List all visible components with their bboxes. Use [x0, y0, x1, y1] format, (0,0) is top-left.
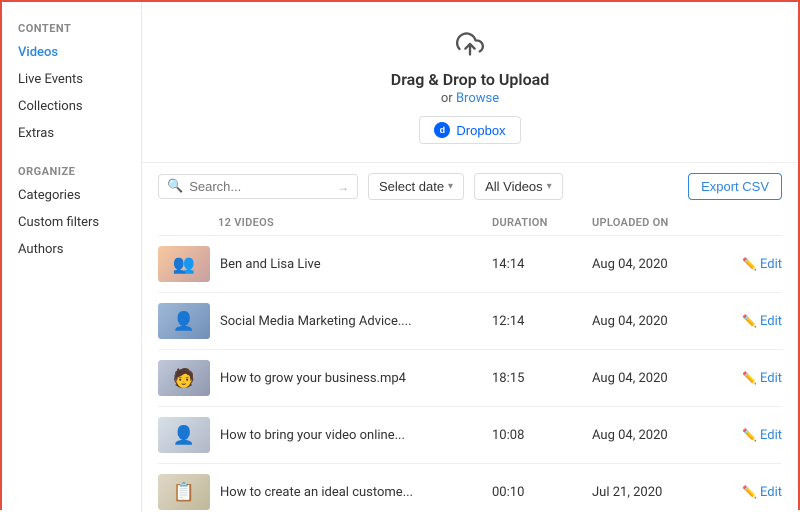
export-csv-button[interactable]: Export CSV [688, 173, 782, 200]
edit-button[interactable]: ✏️ Edit [722, 428, 782, 443]
thumb-icon: 🧑 [173, 368, 195, 389]
video-thumbnail: 👤 [158, 417, 210, 453]
browse-link[interactable]: Browse [456, 91, 499, 106]
table-col-title-header: 12 VIDEOS [158, 216, 492, 229]
sidebar-item-live-events[interactable]: Live Events [2, 66, 141, 93]
video-uploaded: Aug 04, 2020 [592, 314, 722, 329]
sidebar-item-videos[interactable]: Videos [2, 39, 141, 66]
select-date-chevron-icon: ▾ [448, 181, 453, 192]
table-container: 12 VIDEOS DURATION UPLOADED ON 👥 Ben and… [142, 210, 798, 512]
organize-section-label: ORGANIZE [2, 157, 141, 182]
video-name: How to create an ideal custome... [220, 485, 492, 500]
videos-count-badge: 12 VIDEOS [218, 216, 274, 229]
video-duration: 00:10 [492, 485, 592, 500]
thumb-icon: 👥 [173, 254, 195, 275]
edit-button[interactable]: ✏️ Edit [722, 257, 782, 272]
video-duration: 12:14 [492, 314, 592, 329]
all-videos-button[interactable]: All Videos ▾ [474, 173, 563, 200]
sidebar: CONTENT Videos Live Events Collections E… [2, 2, 142, 512]
table-row[interactable]: 👤 How to bring your video online... 10:0… [158, 407, 782, 464]
video-uploaded: Aug 04, 2020 [592, 428, 722, 443]
edit-button[interactable]: ✏️ Edit [722, 371, 782, 386]
video-thumbnail: 👤 [158, 303, 210, 339]
video-duration: 10:08 [492, 428, 592, 443]
video-name: How to grow your business.mp4 [220, 371, 492, 386]
video-thumbnail: 🧑 [158, 360, 210, 396]
video-duration: 18:15 [492, 371, 592, 386]
video-uploaded: Jul 21, 2020 [592, 485, 722, 500]
sidebar-item-custom-filters[interactable]: Custom filters [2, 209, 141, 236]
thumb-icon: 👤 [173, 311, 195, 332]
upload-title: Drag & Drop to Upload [391, 70, 549, 89]
sidebar-item-collections[interactable]: Collections [2, 93, 141, 120]
content-section-label: CONTENT [2, 14, 141, 39]
search-arrow-icon[interactable]: → [337, 180, 349, 194]
table-col-duration-header: DURATION [492, 216, 592, 229]
sidebar-item-authors[interactable]: Authors [2, 236, 141, 263]
edit-icon: ✏️ [742, 257, 757, 271]
upload-browse-text: or Browse [441, 91, 499, 106]
video-thumbnail: 📋 [158, 474, 210, 510]
upload-icon [456, 30, 484, 64]
video-name: How to bring your video online... [220, 428, 492, 443]
search-wrapper: 🔍 → [158, 174, 358, 199]
video-name: Social Media Marketing Advice.... [220, 314, 492, 329]
table-row[interactable]: 🧑 How to grow your business.mp4 18:15 Au… [158, 350, 782, 407]
search-input[interactable] [189, 179, 331, 194]
all-videos-chevron-icon: ▾ [547, 181, 552, 192]
thumb-icon: 👤 [173, 425, 195, 446]
edit-icon: ✏️ [742, 428, 757, 442]
edit-icon: ✏️ [742, 371, 757, 385]
edit-icon: ✏️ [742, 314, 757, 328]
video-thumbnail: 👥 [158, 246, 210, 282]
toolbar: 🔍 → Select date ▾ All Videos ▾ Export CS… [142, 163, 798, 210]
edit-icon: ✏️ [742, 485, 757, 499]
sidebar-item-extras[interactable]: Extras [2, 120, 141, 147]
video-uploaded: Aug 04, 2020 [592, 257, 722, 272]
dropbox-button[interactable]: d Dropbox [419, 116, 520, 144]
edit-button[interactable]: ✏️ Edit [722, 314, 782, 329]
table-col-uploaded-header: UPLOADED ON [592, 216, 722, 229]
all-videos-label: All Videos [485, 179, 543, 194]
thumb-icon: 📋 [173, 482, 195, 503]
upload-area: Drag & Drop to Upload or Browse d Dropbo… [142, 2, 798, 163]
video-uploaded: Aug 04, 2020 [592, 371, 722, 386]
video-duration: 14:14 [492, 257, 592, 272]
dropbox-icon: d [434, 122, 450, 138]
select-date-button[interactable]: Select date ▾ [368, 173, 464, 200]
main-content: Drag & Drop to Upload or Browse d Dropbo… [142, 2, 798, 512]
table-header: 12 VIDEOS DURATION UPLOADED ON [158, 210, 782, 236]
table-row[interactable]: 👥 Ben and Lisa Live 14:14 Aug 04, 2020 ✏… [158, 236, 782, 293]
table-row[interactable]: 📋 How to create an ideal custome... 00:1… [158, 464, 782, 512]
edit-button[interactable]: ✏️ Edit [722, 485, 782, 500]
search-icon: 🔍 [167, 179, 183, 194]
video-name: Ben and Lisa Live [220, 257, 492, 272]
dropbox-label: Dropbox [456, 123, 505, 138]
table-row[interactable]: 👤 Social Media Marketing Advice.... 12:1… [158, 293, 782, 350]
select-date-label: Select date [379, 179, 444, 194]
sidebar-item-categories[interactable]: Categories [2, 182, 141, 209]
